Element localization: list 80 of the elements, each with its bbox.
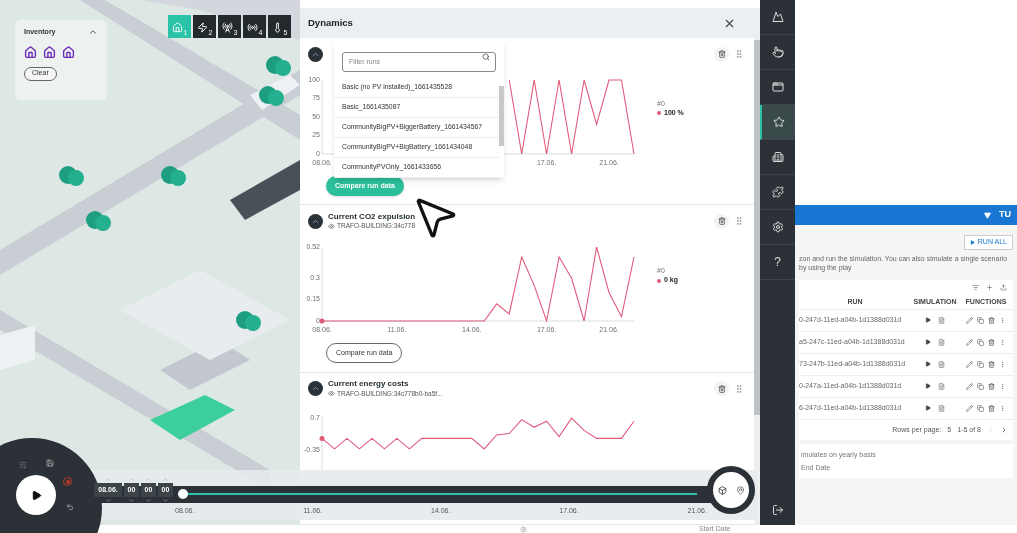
delete-icon[interactable] [988, 317, 995, 324]
timeline-thumb[interactable] [178, 489, 188, 499]
copy-icon[interactable] [977, 405, 984, 412]
drag-handle-icon[interactable] [734, 383, 744, 394]
document-icon[interactable] [938, 317, 945, 324]
copy-icon[interactable] [977, 317, 984, 324]
delete-button[interactable] [714, 381, 729, 397]
gear-icon[interactable] [520, 525, 527, 533]
next-page-icon[interactable] [1000, 426, 1008, 434]
collapse-button[interactable] [308, 213, 323, 229]
eye-icon [328, 390, 335, 398]
house-icon[interactable] [24, 45, 37, 59]
play-icon [969, 240, 975, 245]
drag-handle-icon[interactable] [734, 216, 744, 227]
triangle-icon[interactable] [984, 211, 991, 219]
sidebar-item[interactable] [760, 105, 795, 140]
trash-icon [717, 50, 726, 58]
edit-icon[interactable] [966, 383, 973, 390]
decrease-icon[interactable] [162, 497, 169, 504]
add-icon[interactable] [986, 284, 993, 291]
window-icon [771, 81, 784, 93]
edit-icon[interactable] [966, 361, 973, 368]
delete-button[interactable] [714, 46, 729, 62]
hand-pointer-icon [771, 46, 784, 58]
copy-icon[interactable] [977, 361, 984, 368]
delete-icon[interactable] [988, 361, 995, 368]
data-point [319, 318, 325, 324]
settings-icon [771, 221, 784, 233]
antenna-icon [221, 22, 233, 33]
save-icon[interactable] [46, 459, 54, 467]
decrease-icon[interactable] [104, 497, 112, 504]
play-icon [30, 489, 42, 501]
logout-icon [771, 504, 784, 516]
edit-icon[interactable] [966, 317, 973, 324]
house-icon [171, 22, 183, 33]
play-icon[interactable] [925, 317, 931, 323]
trash-icon [717, 384, 726, 393]
copy-icon[interactable] [977, 383, 984, 390]
sliders-icon[interactable] [19, 461, 27, 469]
scrollbar[interactable] [754, 38, 760, 525]
cube-icon[interactable] [717, 485, 727, 495]
drag-handle-icon[interactable] [734, 49, 744, 59]
map-pin-icon[interactable] [735, 485, 745, 495]
collapse-button[interactable] [308, 381, 323, 397]
document-icon[interactable] [938, 383, 945, 390]
radio-signal-icon [246, 22, 258, 33]
data-point [319, 435, 325, 441]
house-icon[interactable] [43, 45, 56, 59]
card-title: Current energy costs [328, 380, 410, 389]
decrease-icon[interactable] [145, 497, 152, 504]
document-icon[interactable] [938, 405, 945, 412]
panel-title: Dynamics [308, 15, 353, 30]
upload-icon[interactable] [1000, 284, 1007, 291]
lightning-icon [196, 22, 208, 33]
buildings-icon [771, 151, 784, 163]
trash-icon [717, 217, 726, 226]
puzzle-icon [771, 186, 784, 198]
play-icon[interactable] [925, 383, 931, 389]
edit-icon[interactable] [966, 405, 973, 412]
document-icon[interactable] [938, 361, 945, 368]
delete-button[interactable] [714, 213, 729, 229]
play-icon[interactable] [925, 339, 931, 345]
delete-icon[interactable] [988, 383, 995, 390]
delete-icon[interactable] [988, 339, 995, 346]
house-icon[interactable] [62, 45, 75, 59]
undo-icon[interactable] [66, 503, 74, 511]
copy-icon[interactable] [977, 339, 984, 346]
delete-icon[interactable] [988, 405, 995, 412]
decrease-icon[interactable] [128, 497, 135, 504]
play-icon[interactable] [925, 361, 931, 367]
filter-icon[interactable] [972, 284, 979, 291]
collapse-button[interactable] [308, 46, 323, 62]
app-logo: TU [999, 208, 1011, 222]
star-icon [772, 116, 785, 128]
play-icon[interactable] [925, 405, 931, 411]
eye-icon [328, 222, 335, 230]
edit-icon[interactable] [966, 339, 973, 346]
document-icon[interactable] [938, 339, 945, 346]
search-icon [482, 53, 490, 61]
card-title: Current CO2 expulsion [328, 212, 416, 221]
